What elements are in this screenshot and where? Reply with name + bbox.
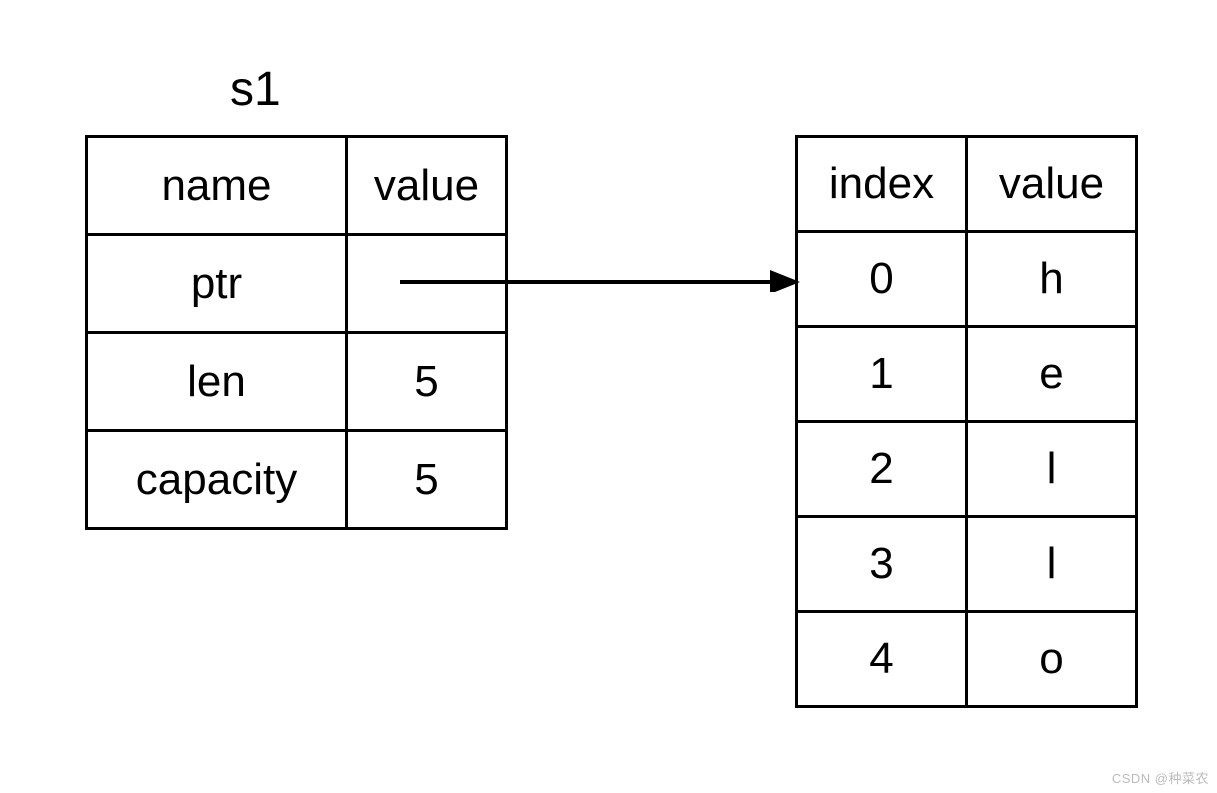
s1-cell-name: ptr (87, 235, 347, 333)
heap-header-index: index (797, 137, 967, 232)
table-row: capacity 5 (87, 431, 507, 529)
table-row: 0 h (797, 232, 1137, 327)
memory-diagram: s1 name value ptr len 5 capacity 5 index… (0, 0, 1217, 793)
table-row: 1 e (797, 327, 1137, 422)
table-row: name value (87, 137, 507, 235)
s1-cell-name: capacity (87, 431, 347, 529)
s1-cell-value: 5 (347, 333, 507, 431)
table-row: ptr (87, 235, 507, 333)
watermark-text: CSDN @种菜农 (1112, 768, 1209, 787)
heap-cell-index: 1 (797, 327, 967, 422)
heap-cell-value: h (967, 232, 1137, 327)
table-row: index value (797, 137, 1137, 232)
heap-cell-value: l (967, 422, 1137, 517)
s1-cell-name: len (87, 333, 347, 431)
heap-cell-index: 0 (797, 232, 967, 327)
table-row: 4 o (797, 612, 1137, 707)
s1-header-name: name (87, 137, 347, 235)
heap-cell-index: 2 (797, 422, 967, 517)
table-row: 3 l (797, 517, 1137, 612)
s1-title: s1 (230, 62, 281, 117)
heap-cell-value: l (967, 517, 1137, 612)
table-row: len 5 (87, 333, 507, 431)
s1-cell-value (347, 235, 507, 333)
heap-header-value: value (967, 137, 1137, 232)
heap-cell-index: 3 (797, 517, 967, 612)
heap-cell-value: e (967, 327, 1137, 422)
s1-struct-table: name value ptr len 5 capacity 5 (85, 135, 508, 530)
heap-cell-value: o (967, 612, 1137, 707)
s1-header-value: value (347, 137, 507, 235)
table-row: 2 l (797, 422, 1137, 517)
s1-cell-value: 5 (347, 431, 507, 529)
heap-cell-index: 4 (797, 612, 967, 707)
heap-data-table: index value 0 h 1 e 2 l 3 l 4 o (795, 135, 1138, 708)
